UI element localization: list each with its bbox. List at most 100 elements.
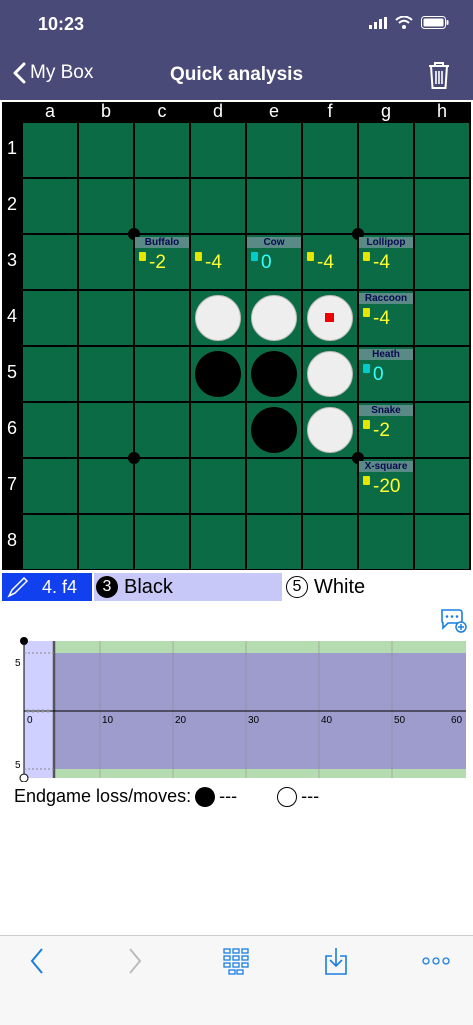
board-cell[interactable] [23, 123, 77, 177]
previous-button[interactable] [28, 946, 46, 981]
board-cell[interactable] [191, 459, 245, 513]
status-time: 10:23 [38, 14, 85, 34]
board-cell[interactable] [23, 347, 77, 401]
board-cell[interactable] [303, 123, 357, 177]
board-cell[interactable] [415, 515, 469, 569]
board-cell[interactable] [79, 123, 133, 177]
board-cell[interactable] [303, 459, 357, 513]
board-cell[interactable] [79, 403, 133, 457]
board-cell[interactable] [415, 179, 469, 233]
board-cell[interactable] [415, 291, 469, 345]
board-cell[interactable] [359, 123, 413, 177]
column-label: d [212, 101, 223, 121]
chevron-left-icon [30, 948, 43, 974]
board-cell[interactable] [23, 179, 77, 233]
last-move-marker [325, 313, 334, 322]
trash-icon [429, 62, 449, 89]
board-cell[interactable] [135, 291, 189, 345]
column-label: e [268, 101, 279, 121]
board-cell[interactable] [415, 235, 469, 289]
keypad-button[interactable] [222, 946, 250, 981]
book-icon [251, 252, 258, 261]
graph-y-bottom: 5 [15, 760, 21, 771]
board-cell[interactable] [135, 123, 189, 177]
board-cell[interactable] [191, 179, 245, 233]
opening-name-tag: X-square [359, 461, 413, 472]
black-player[interactable]: 3 Black [94, 573, 282, 601]
board-cell[interactable] [415, 403, 469, 457]
evaluation-score: -4 [373, 252, 390, 273]
graph-y-top: 5 [15, 658, 21, 669]
board-cell[interactable] [247, 179, 301, 233]
row-label: 7 [6, 474, 17, 494]
book-icon [307, 252, 314, 261]
row-label: 3 [6, 250, 17, 270]
evaluation-score: -4 [205, 252, 222, 273]
board-cell[interactable] [303, 515, 357, 569]
endgame-white-value: --- [301, 786, 320, 806]
evaluation-score: 0 [373, 364, 384, 385]
graph-black-marker [20, 637, 28, 645]
bottom-toolbar [0, 935, 473, 1025]
board-cell[interactable] [79, 235, 133, 289]
board-cell[interactable] [23, 235, 77, 289]
board-cell[interactable] [23, 291, 77, 345]
column-label: h [436, 101, 447, 121]
board-cell[interactable] [135, 179, 189, 233]
next-button[interactable] [126, 946, 144, 981]
evaluation-score: 0 [261, 252, 272, 273]
delete-button[interactable] [427, 60, 451, 95]
board-cell[interactable] [135, 347, 189, 401]
board-cell[interactable] [135, 459, 189, 513]
book-icon [363, 476, 370, 485]
white-disc-icon [277, 786, 298, 807]
column-label: f [327, 101, 333, 121]
board-cell[interactable] [415, 459, 469, 513]
graph-white-marker [19, 773, 29, 782]
board-cell[interactable] [79, 179, 133, 233]
board-cell[interactable] [79, 291, 133, 345]
white-disc [307, 351, 353, 397]
book-icon [195, 252, 202, 261]
board-cell[interactable] [23, 459, 77, 513]
graph-x-tick: 40 [321, 715, 333, 726]
board-cell[interactable] [23, 403, 77, 457]
board-cell[interactable] [79, 515, 133, 569]
board-cell[interactable] [415, 347, 469, 401]
white-label: White [314, 575, 366, 598]
graph-x-tick: 10 [102, 715, 114, 726]
board-cell[interactable] [247, 123, 301, 177]
save-button[interactable] [324, 946, 348, 981]
white-disc [195, 295, 241, 341]
white-player[interactable]: 5 White [284, 573, 471, 601]
opening-name-tag: Lollipop [359, 237, 413, 248]
pencil-icon [7, 576, 29, 598]
evaluation-score: -4 [373, 308, 390, 329]
board-cell[interactable] [79, 347, 133, 401]
row-label: 2 [6, 194, 17, 214]
move-edit-button[interactable]: 4. f4 [2, 573, 92, 601]
board-cell[interactable] [191, 403, 245, 457]
black-disc [251, 407, 297, 453]
white-disc [251, 295, 297, 341]
board-cell[interactable] [135, 403, 189, 457]
board-cell[interactable] [191, 515, 245, 569]
board-cell[interactable] [247, 459, 301, 513]
othello-board[interactable]: a b c d e f g h 1 2 3 4 5 6 7 8 Buffalo -2 -4 Cow 0 -4 Lollipo… [2, 101, 471, 570]
board-cell[interactable] [191, 123, 245, 177]
column-label: c [157, 101, 167, 121]
board-cell[interactable] [415, 123, 469, 177]
board-cell[interactable] [303, 179, 357, 233]
page-title: Quick analysis [169, 64, 304, 85]
black-disc [195, 351, 241, 397]
opening-name-tag: Buffalo [135, 237, 189, 248]
graph-current-range [24, 641, 54, 778]
board-cell[interactable] [79, 459, 133, 513]
board-cell[interactable] [359, 515, 413, 569]
more-button[interactable] [422, 954, 450, 972]
board-cell[interactable] [135, 515, 189, 569]
board-cell[interactable] [247, 515, 301, 569]
evaluation-graph[interactable]: 5 5 0 10 20 30 40 50 60 [0, 632, 473, 782]
board-cell[interactable] [359, 179, 413, 233]
board-cell[interactable] [23, 515, 77, 569]
